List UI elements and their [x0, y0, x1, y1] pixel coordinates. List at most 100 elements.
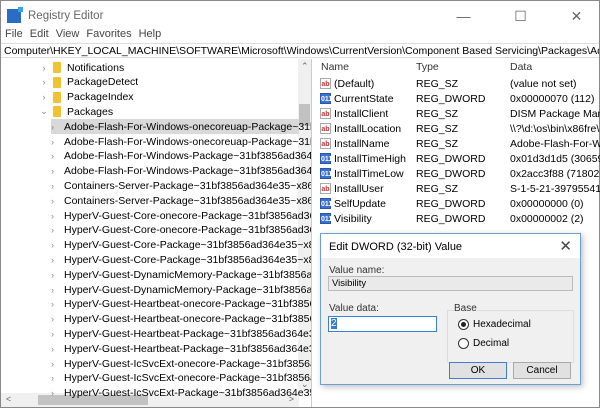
column-header-type[interactable]: Type [416, 61, 439, 73]
tree-item-package[interactable]: › Adobe-Flash-For-Windows-onecoreuap-Pack… [51, 119, 311, 135]
chevron-right-icon[interactable]: › [51, 151, 54, 161]
chevron-right-icon[interactable]: › [51, 359, 54, 369]
menu-view[interactable]: View [56, 28, 80, 44]
menu-favorites[interactable]: Favorites [86, 28, 131, 44]
value-type: REG_SZ [416, 78, 459, 90]
chevron-right-icon[interactable]: › [51, 240, 54, 250]
tree-item-package[interactable]: › Adobe-Flash-For-Windows-Package~31bf385… [51, 149, 311, 164]
address-bar[interactable]: Computer\HKEY_LOCAL_MACHINE\SOFTWARE\Mic… [1, 43, 599, 58]
tree-item-package[interactable]: › Adobe-Flash-For-Windows-Package~31bf385… [51, 164, 311, 179]
value-row[interactable]: abInstallName REG_SZ Adobe-Flash-For-Windo… [316, 137, 600, 152]
value-row[interactable]: ab InstallUser REG_SZ S-1-5-21-397955417 [316, 182, 600, 197]
tree-item-label: HyperV-Guest-Core-onecore-Package~31bf38… [64, 209, 312, 222]
value-name: InstallClient [334, 108, 389, 120]
tree-item-package[interactable]: › HyperV-Guest-IcSvcExt-onecore-Package~3… [51, 356, 311, 371]
scroll-left-icon[interactable]: < [6, 394, 11, 404]
dialog-close-icon[interactable]: ✕ [559, 237, 572, 255]
tree-item-package[interactable]: › Adobe-Flash-For-Windows-onecoreuap-Pack… [51, 134, 311, 149]
column-header-name[interactable]: Name [321, 61, 349, 73]
tree-item-package[interactable]: › HyperV-Guest-Core-onecore-Package~31bf3… [51, 208, 311, 223]
value-row[interactable]: 011 CurrentState REG_DWORD 0x00000070 (112) [316, 92, 600, 107]
value-row[interactable]: abInstallClient REG_SZ DISM Package Manage… [316, 107, 600, 122]
chevron-right-icon[interactable]: › [51, 344, 54, 354]
chevron-right-icon[interactable]: › [51, 166, 54, 176]
chevron-right-icon[interactable]: › [39, 63, 49, 73]
value-row[interactable]: 011 Visibility REG_DWORD 0x00000002 (2) [316, 212, 600, 227]
tree-item-packagedetect[interactable]: › PackageDetect [39, 75, 139, 90]
value-row[interactable]: ab (Default) REG_SZ (value not set) [316, 77, 600, 92]
radio-unselected-icon [458, 338, 469, 349]
chevron-right-icon[interactable]: › [51, 211, 54, 221]
value-row[interactable]: 011 InstallTimeLow REG_DWORD 0x2acc3f88 (71… [316, 167, 600, 182]
chevron-right-icon[interactable]: › [51, 225, 54, 235]
menu-edit[interactable]: Edit [30, 28, 49, 44]
tree-item-package[interactable]: › HyperV-Guest-Heartbeat-Package~31bf3856… [51, 326, 311, 341]
value-name: InstallName [334, 138, 390, 150]
value-name-field: Visibility [328, 276, 573, 291]
chevron-right-icon[interactable]: › [51, 270, 54, 280]
chevron-right-icon[interactable]: › [51, 329, 54, 339]
chevron-right-icon[interactable]: › [51, 285, 54, 295]
tree-item-packages[interactable]: ⌄ Packages [39, 104, 113, 119]
tree-item-label: Adobe-Flash-For-Windows-Package~31bf3856… [64, 165, 312, 178]
string-value-icon: ab [320, 78, 331, 89]
menu-help[interactable]: Help [139, 28, 162, 44]
tree-item-package[interactable]: › HyperV-Guest-Heartbeat-onecore-Package~… [51, 312, 311, 327]
decimal-radio[interactable]: Decimal [458, 338, 509, 349]
folder-icon [53, 76, 61, 88]
maximize-button[interactable]: ☐ [498, 1, 543, 31]
tree-item-package[interactable]: › HyperV-Guest-IcSvcExt-onecore-Package~3… [51, 371, 311, 386]
value-data: 0x00000000 (0) [510, 198, 584, 210]
value-row[interactable]: 011 InstallTimeHigh REG_DWORD 0x01d3d1d5 (3… [316, 152, 600, 167]
tree-item-package[interactable]: › Containers-Server-Package~31bf3856ad364… [51, 193, 311, 208]
tree-item-label: HyperV-Guest-Heartbeat-onecore-Package~3… [64, 313, 311, 326]
chevron-right-icon[interactable]: › [51, 196, 54, 206]
tree-item-package[interactable]: › HyperV-Guest-IcSvcExt-Package~31bf3856a… [51, 386, 311, 401]
chevron-right-icon[interactable]: › [51, 122, 54, 132]
chevron-right-icon[interactable]: › [51, 373, 54, 383]
cancel-button[interactable]: Cancel [513, 362, 571, 379]
ok-button[interactable]: OK [449, 362, 507, 379]
tree-item-package[interactable]: › Containers-Server-Package~31bf3856ad364… [51, 178, 311, 193]
scroll-up-icon[interactable]: ⌃ [301, 61, 309, 72]
chevron-right-icon[interactable]: › [39, 92, 49, 102]
value-name: SelfUpdate [334, 198, 386, 210]
value-type: REG_DWORD [416, 213, 486, 225]
string-value-icon: ab [320, 108, 331, 119]
close-button[interactable]: ✕ [554, 1, 599, 31]
tree-item-label: Adobe-Flash-For-Windows-onecoreuap-Packa… [64, 135, 311, 148]
chevron-right-icon[interactable]: › [51, 299, 54, 309]
value-row[interactable]: 011 SelfUpdate REG_DWORD 0x00000000 (0) [316, 197, 600, 212]
value-name: Visibility [334, 213, 372, 225]
chevron-down-icon[interactable]: ⌄ [39, 106, 49, 117]
chevron-right-icon[interactable]: › [51, 255, 54, 265]
chevron-right-icon[interactable]: › [51, 137, 54, 147]
chevron-right-icon[interactable]: › [51, 388, 54, 398]
value-row[interactable]: ab InstallLocation REG_SZ \\?\d:\os\bin\x86… [316, 122, 600, 137]
chevron-right-icon[interactable]: › [51, 314, 54, 324]
tree-item-package[interactable]: › HyperV-Guest-Core-Package~31bf3856ad364… [51, 252, 311, 267]
chevron-right-icon[interactable]: › [39, 77, 49, 87]
tree-item-label: HyperV-Guest-IcSvcExt-Package~31bf3856ad… [64, 387, 312, 400]
chevron-right-icon[interactable]: › [51, 181, 54, 191]
hexadecimal-radio[interactable]: Hexadecimal [458, 319, 531, 330]
minimize-button[interactable]: — [441, 1, 486, 31]
binary-value-icon: 011 [320, 153, 332, 164]
value-data-input[interactable]: 2 [328, 316, 437, 332]
tree-item-notifications[interactable]: › Notifications [39, 60, 125, 75]
tree-item-package[interactable]: › HyperV-Guest-Core-Package~31bf3856ad364… [51, 238, 311, 253]
tree-item-package[interactable]: › HyperV-Guest-Heartbeat-Package~31bf3856… [51, 341, 311, 356]
column-header-data[interactable]: Data [510, 61, 532, 73]
tree-item-packageindex[interactable]: › PackageIndex [39, 90, 134, 105]
binary-value-icon: 011 [320, 168, 332, 179]
tree-item-label: HyperV-Guest-IcSvcExt-onecore-Package~31… [64, 357, 311, 370]
tree-item-package[interactable]: › HyperV-Guest-Heartbeat-onecore-Package~… [51, 297, 311, 312]
tree-item-package[interactable]: › HyperV-Guest-Core-onecore-Package~31bf3… [51, 223, 311, 238]
value-type: REG_SZ [416, 108, 459, 120]
tree-item-package[interactable]: › HyperV-Guest-DynamicMemory-Package~31bf… [51, 282, 311, 297]
tree-item-label: HyperV-Guest-DynamicMemory-Package~31bf3… [64, 283, 312, 296]
tree-item-label: Adobe-Flash-For-Windows-onecoreuap-Packa… [64, 120, 311, 133]
window-title: Registry Editor [28, 10, 104, 22]
menu-file[interactable]: File [5, 28, 23, 44]
tree-item-package[interactable]: › HyperV-Guest-DynamicMemory-Package~31bf… [51, 267, 311, 282]
